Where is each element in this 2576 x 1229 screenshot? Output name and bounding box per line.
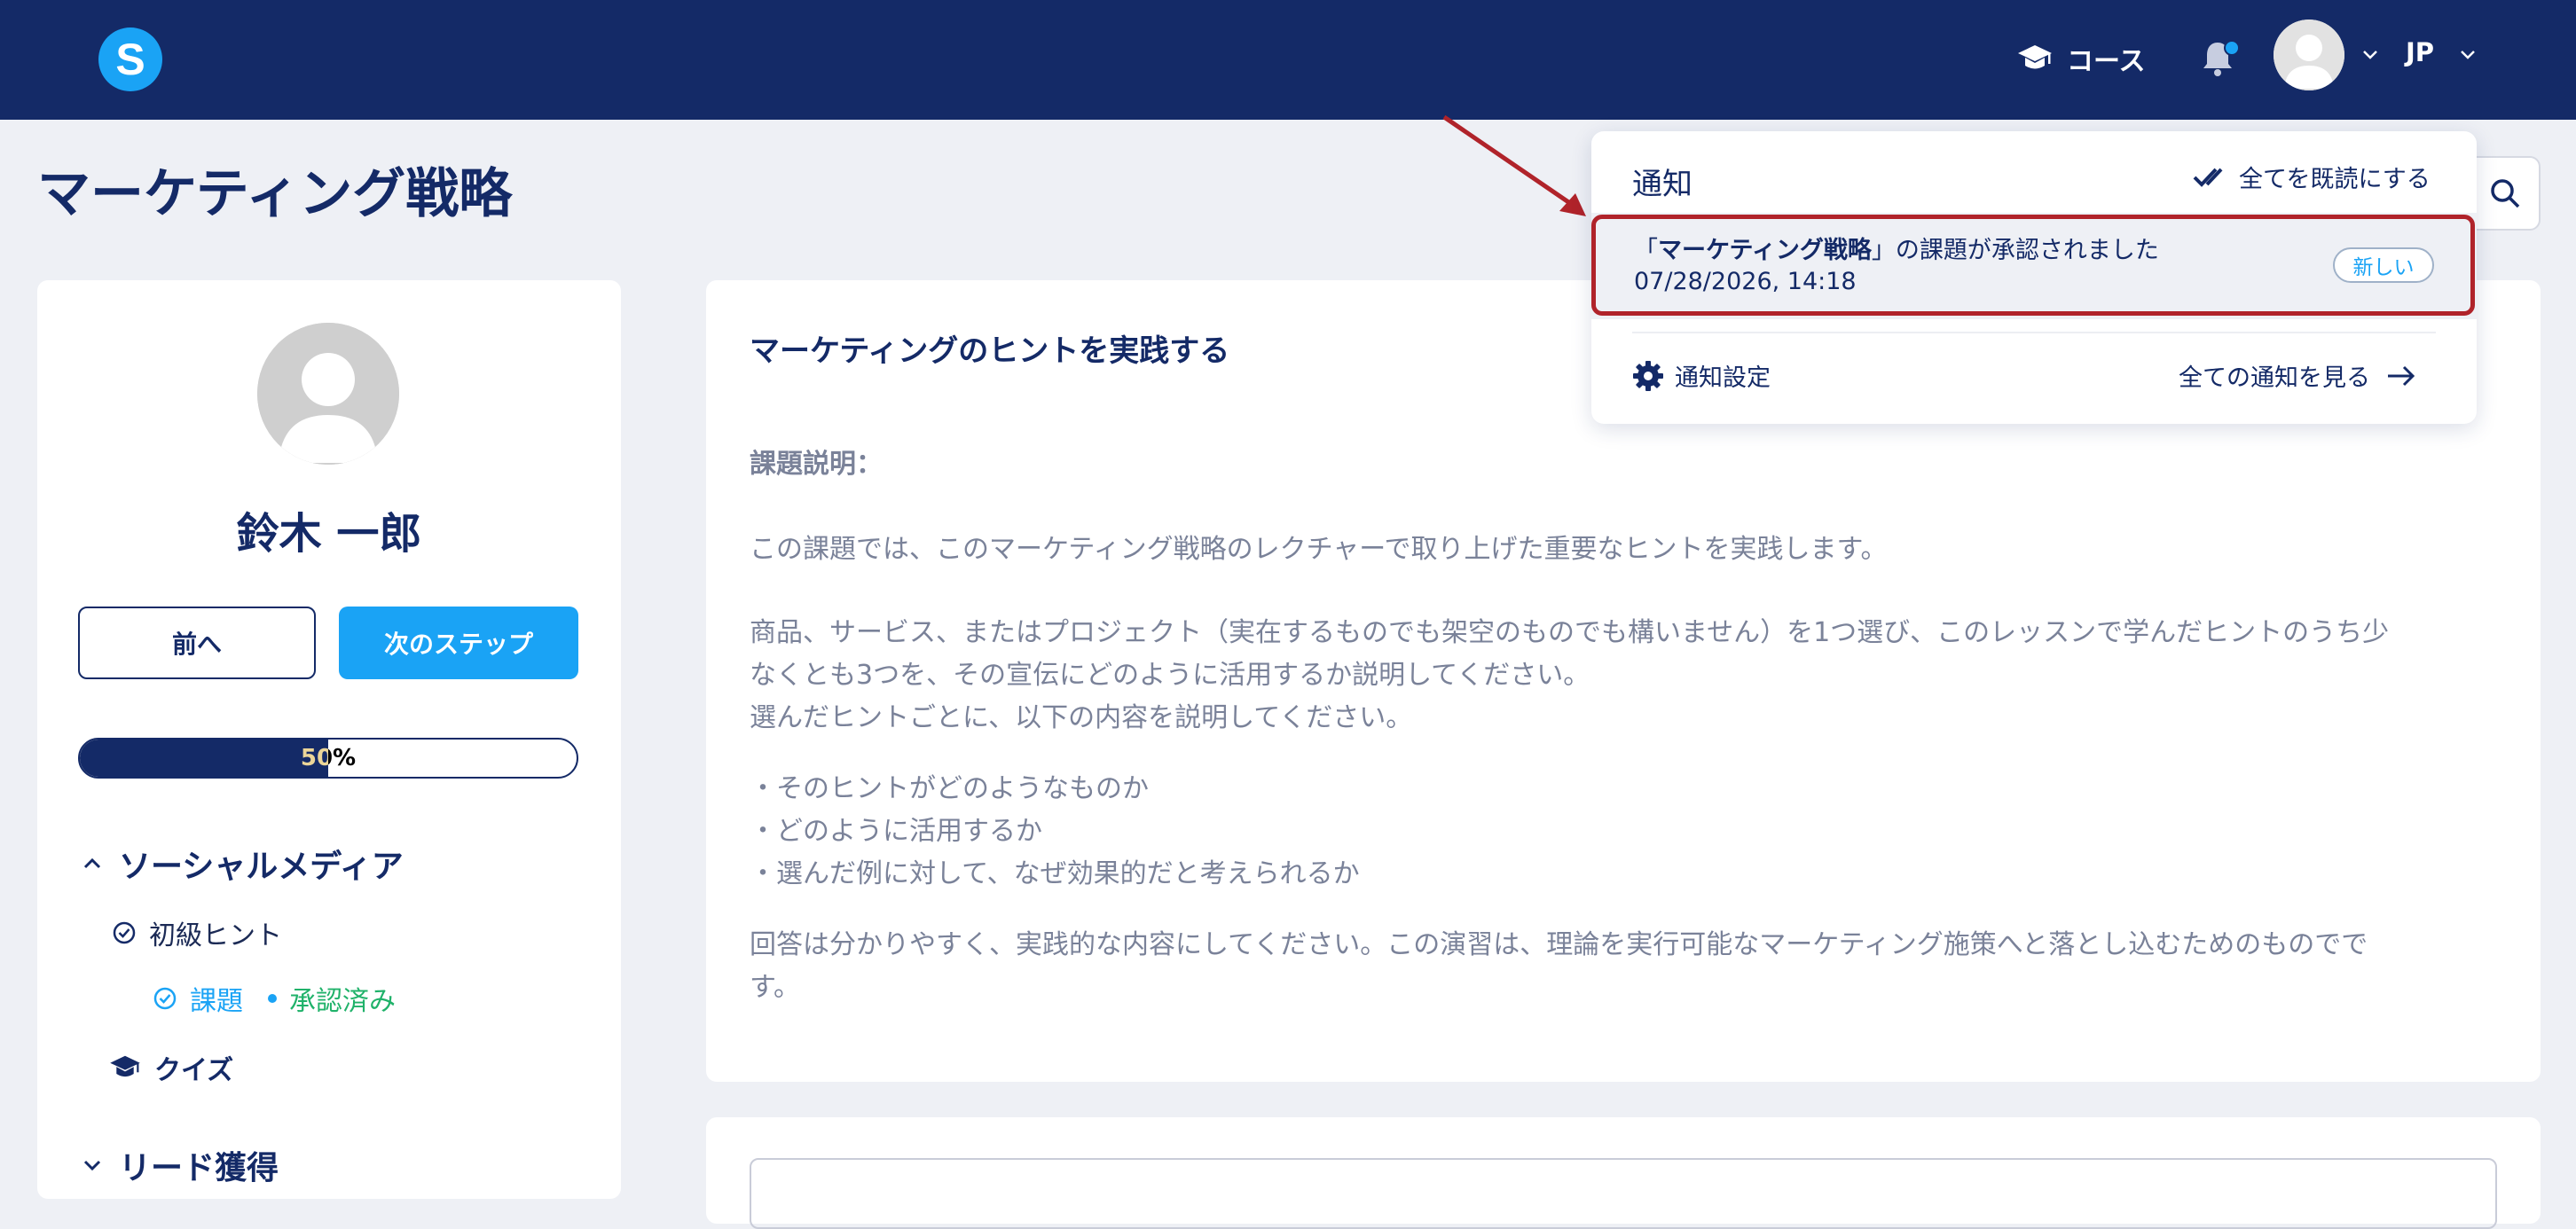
arrow-right-icon (2388, 365, 2415, 386)
notification-title: 通知 (1632, 167, 1692, 202)
notification-settings-label: 通知設定 (1675, 364, 1771, 392)
mark-all-read-label: 全てを既読にする (2239, 166, 2431, 193)
section-toggle-lead-generation[interactable]: リード獲得 (80, 1142, 279, 1188)
bullet-item: ・選んだ例に対して、なぜ効果的だと考えられるか (750, 858, 1360, 889)
progress-label: 50% (300, 745, 357, 771)
lesson-item-basic-tips[interactable]: 初級ヒント (112, 913, 282, 952)
lesson-label: 初級ヒント (149, 920, 282, 951)
section-title: ソーシャルメディア (119, 849, 404, 885)
bullet-item: ・どのように活用するか (750, 816, 1042, 847)
quiz-label: クイズ (154, 1055, 234, 1086)
chevron-down-icon[interactable] (2457, 44, 2478, 66)
next-step-button[interactable]: 次のステップ (339, 607, 578, 679)
check-circle-icon (113, 921, 136, 944)
assignment-paragraph: 回答は分かりやすく、実践的な内容にしてください。この演習は、理論を実行可能なマー… (750, 929, 2368, 960)
lesson-item-assignment[interactable]: 課題 承認済み (153, 979, 396, 1018)
chevron-up-icon (83, 857, 101, 869)
mark-all-read-button[interactable]: 全てを既読にする (2193, 160, 2431, 194)
chevron-down-icon (83, 1160, 101, 1171)
avatar-placeholder-icon (257, 323, 399, 465)
assignment-label: 課題 (190, 986, 243, 1017)
app-logo[interactable]: S (98, 27, 162, 91)
annotation-arrow-icon (1442, 114, 1586, 216)
notification-settings-link[interactable]: 通知設定 (1632, 358, 1771, 393)
gear-icon (1633, 360, 1663, 391)
submission-editor[interactable] (750, 1158, 2497, 1229)
assignment-paragraph: この課題では、このマーケティング戦略のレクチャーで取り上げた重要なヒントを実践し… (750, 534, 1888, 565)
assignment-paragraph: なくとも3つを、その宣伝にどのように活用するか説明してください。 (750, 660, 1590, 691)
top-navbar (0, 0, 2576, 120)
profile-avatar (257, 323, 399, 465)
bullet-item: ・そのヒントがどのようなものか (750, 773, 1149, 804)
assignment-title: マーケティングのヒントを実践する (750, 333, 1230, 369)
assignment-description-label: 課題説明： (750, 449, 883, 480)
see-all-notifications-link[interactable]: 全ての通知を見る (2179, 358, 2416, 393)
page-title: マーケティング戦略 (37, 163, 513, 225)
graduation-cap-icon (2018, 45, 2052, 69)
double-check-icon (2193, 168, 2223, 187)
section-title: リード獲得 (119, 1150, 279, 1186)
avatar-placeholder-icon (2274, 20, 2344, 90)
user-avatar[interactable] (2274, 20, 2344, 90)
progress-bar: 50% (78, 738, 578, 779)
graduation-cap-icon (110, 1055, 140, 1077)
language-selector[interactable]: JP (2406, 37, 2434, 67)
annotation-highlight-box (1591, 215, 2475, 316)
user-name: 鈴木 一郎 (236, 509, 422, 559)
section-toggle-social-media[interactable]: ソーシャルメディア (80, 841, 404, 887)
previous-button[interactable]: 前へ (78, 607, 316, 679)
nav-courses-label: コース (2067, 46, 2146, 77)
chevron-down-icon[interactable] (2360, 44, 2381, 66)
assignment-paragraph: 商品、サービス、またはプロジェクト（実在するものでも架空のものでも構いません）を… (750, 617, 2390, 648)
check-circle-icon (153, 987, 177, 1010)
lesson-item-quiz[interactable]: クイズ (108, 1048, 233, 1087)
search-icon (2491, 179, 2520, 208)
notification-dot (2224, 40, 2240, 56)
assignment-paragraph: 選んだヒントごとに、以下の内容を説明してください。 (750, 702, 1413, 733)
separator-dot (268, 994, 277, 1003)
assignment-paragraph: す。 (750, 972, 800, 1003)
assignment-status: 承認済み (289, 986, 396, 1017)
divider (1632, 332, 2436, 333)
nav-courses-link[interactable]: コース (2017, 35, 2146, 82)
see-all-label: 全ての通知を見る (2179, 364, 2370, 392)
